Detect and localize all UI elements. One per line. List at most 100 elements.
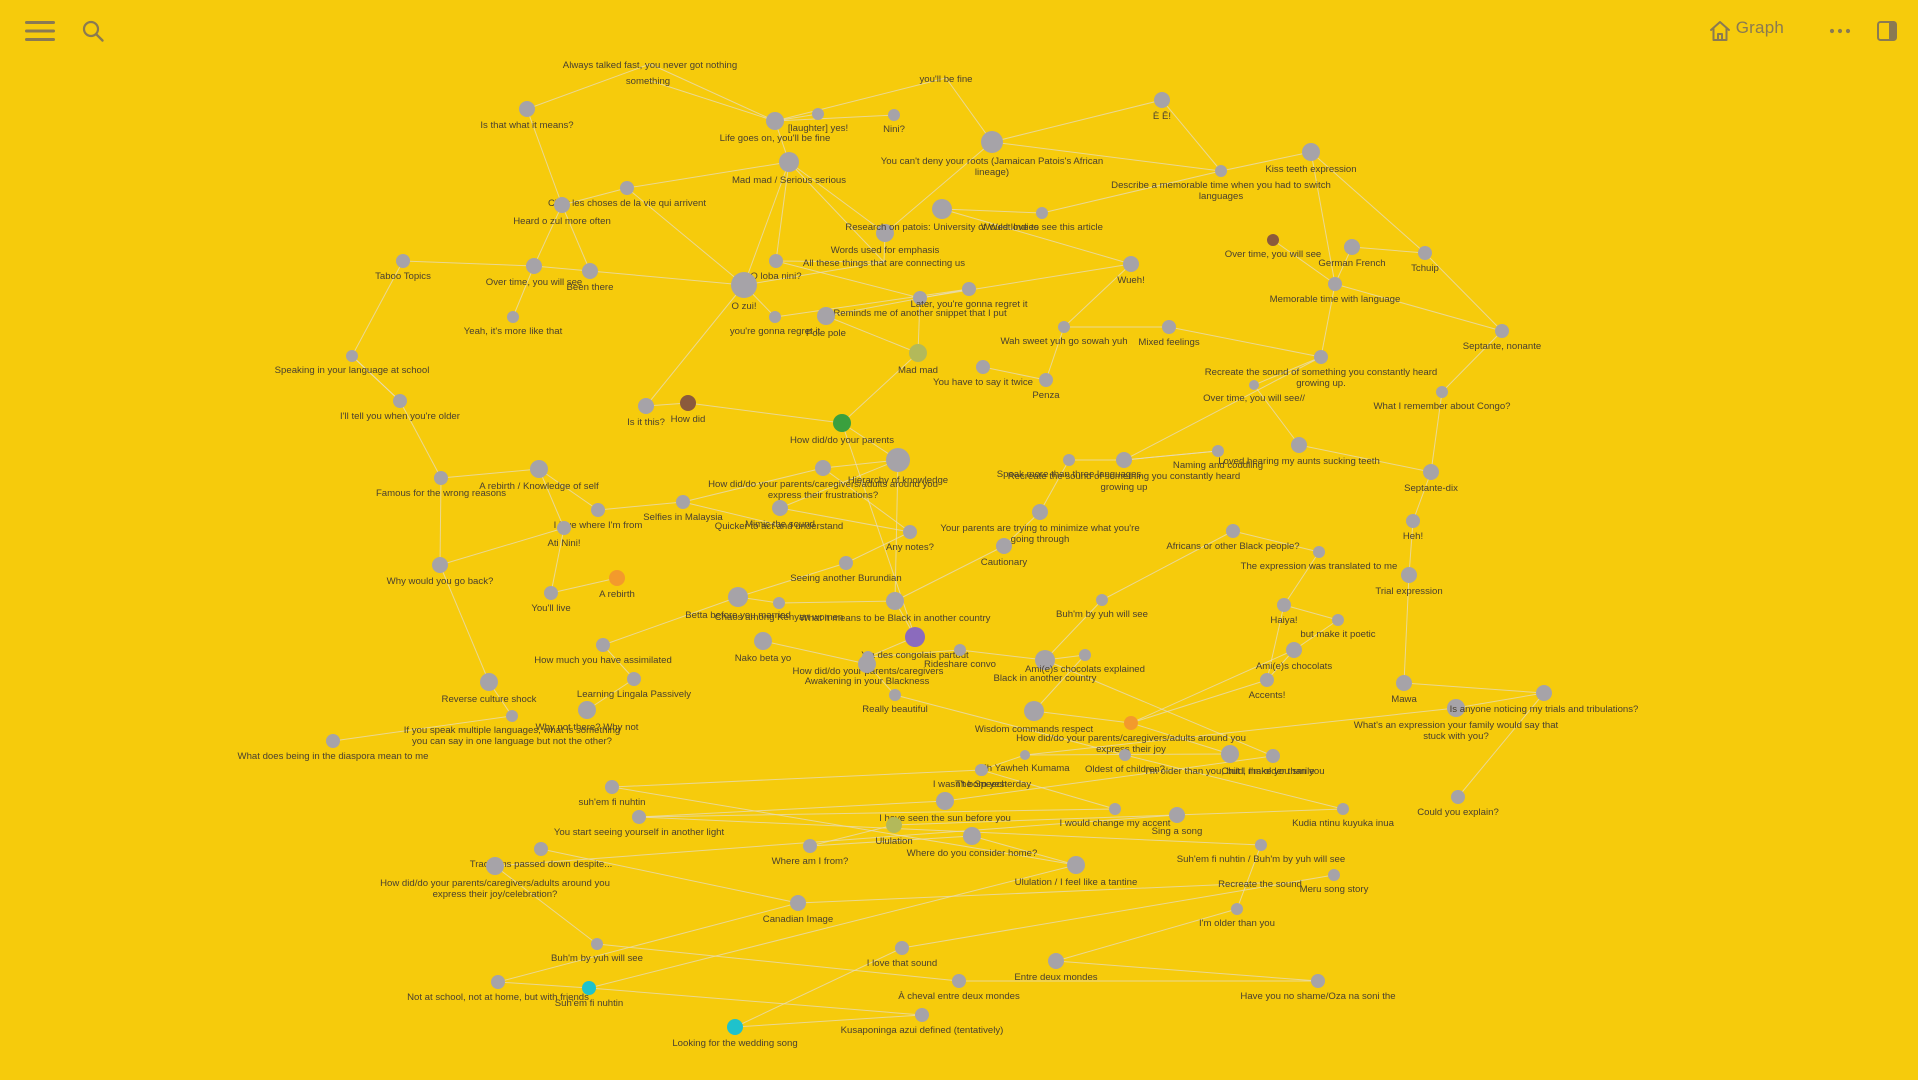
graph-node[interactable]: Mawa (1391, 675, 1417, 705)
graph-node[interactable]: Wah sweet yuh go sowah yuh (1000, 321, 1128, 347)
graph-node-dot[interactable] (554, 197, 570, 213)
graph-node[interactable]: Why would you go back? (387, 557, 494, 587)
graph-node[interactable]: Buh'm by yuh will see (551, 938, 643, 964)
graph-node-dot[interactable] (1058, 321, 1070, 333)
graph-node-dot[interactable] (1109, 803, 1121, 815)
graph-node[interactable]: I'm older than you (1199, 903, 1275, 929)
graph-node[interactable]: I love that sound (867, 941, 937, 969)
graph-node-dot[interactable] (1436, 386, 1448, 398)
graph-node-dot[interactable] (1260, 673, 1274, 687)
graph-node-dot[interactable] (591, 503, 605, 517)
graph-node-dot[interactable] (591, 938, 603, 950)
graph-node[interactable]: Entre deux mondes (1014, 953, 1098, 983)
graph-node-dot[interactable] (886, 448, 910, 472)
graph-node-dot[interactable] (731, 272, 757, 298)
graph-node[interactable]: What does being in the diaspora mean to … (238, 734, 429, 762)
graph-node-dot[interactable] (790, 895, 806, 911)
graph-node[interactable]: Is anyone noticing my trials and tribula… (1450, 685, 1639, 715)
graph-node[interactable]: Really beautiful (862, 689, 928, 715)
graph-node-dot[interactable] (839, 556, 853, 570)
graph-node-dot[interactable] (1337, 803, 1349, 815)
graph-node[interactable]: À cheval entre deux mondes (898, 974, 1020, 1002)
graph-node[interactable]: O loba nini? (750, 254, 802, 282)
graph-node-dot[interactable] (1314, 350, 1328, 364)
sidebar-toggle-button[interactable] (1871, 16, 1903, 46)
graph-node-dot[interactable] (1328, 869, 1340, 881)
graph-node[interactable]: Heh! (1403, 514, 1423, 542)
graph-node-dot[interactable] (1231, 903, 1243, 915)
graph-node-dot[interactable] (1311, 974, 1325, 988)
graph-node[interactable]: Wisdom commands respect (975, 701, 1094, 735)
graph-node-dot[interactable] (996, 538, 1012, 554)
graph-node[interactable]: Suh'em fi nuhtin / Buh'm by yuh will see (1177, 839, 1345, 865)
graph-node-dot[interactable] (1048, 953, 1064, 969)
graph-node-dot[interactable] (888, 109, 900, 121)
graph-node-dot[interactable] (486, 857, 504, 875)
graph-node-dot[interactable] (833, 414, 851, 432)
graph-node-dot[interactable] (396, 254, 410, 268)
graph-node-dot[interactable] (557, 521, 571, 535)
graph-node-dot[interactable] (676, 495, 690, 509)
graph-node[interactable]: Mad mad / Serious serious (732, 152, 846, 186)
graph-node[interactable]: How did (671, 395, 706, 425)
graph-node[interactable]: Is that what it means? (480, 101, 574, 131)
graph-node[interactable]: A rebirth / Knowledge of self (479, 460, 599, 492)
graph-node-dot[interactable] (346, 350, 358, 362)
graph-node[interactable]: Could you explain? (1417, 790, 1499, 818)
more-options-button[interactable] (1824, 16, 1856, 46)
graph-node-dot[interactable] (954, 644, 966, 656)
graph-node-dot[interactable] (480, 673, 498, 691)
graph-node-dot[interactable] (1226, 524, 1240, 538)
graph-node-dot[interactable] (815, 460, 831, 476)
graph-node-dot[interactable] (1096, 594, 1108, 606)
graph-node-dot[interactable] (526, 258, 542, 274)
graph-node-dot[interactable] (772, 500, 788, 516)
graph-node-dot[interactable] (727, 1019, 743, 1035)
graph-node-dot[interactable] (769, 254, 783, 268)
graph-node[interactable]: Recreate the sound of something you cons… (1205, 350, 1438, 389)
graph-node-dot[interactable] (1067, 856, 1085, 874)
graph-node[interactable]: Seeing another Burundian (790, 556, 902, 584)
graph-node[interactable]: Meru song story (1300, 869, 1369, 895)
home-button[interactable] (1704, 16, 1736, 46)
graph-node-dot[interactable] (1291, 437, 1307, 453)
graph-node-dot[interactable] (975, 764, 987, 776)
graph-node-dot[interactable] (1169, 807, 1185, 823)
graph-node-dot[interactable] (1423, 464, 1439, 480)
graph-node[interactable]: Buh'm by yuh will see (1056, 594, 1148, 620)
graph-node-dot[interactable] (534, 842, 548, 856)
graph-node[interactable]: German French (1318, 239, 1386, 269)
graph-node-dot[interactable] (1313, 546, 1325, 558)
graph-node[interactable]: All these things that are connecting us (803, 258, 965, 269)
graph-node-dot[interactable] (1418, 246, 1432, 260)
graph-node-dot[interactable] (1249, 380, 1259, 390)
graph-node[interactable]: You can't deny your roots (Jamaican Pato… (881, 131, 1103, 178)
graph-node[interactable]: Kusaponinga azui defined (tentatively) (841, 1008, 1004, 1036)
graph-node-dot[interactable] (981, 131, 1003, 153)
graph-node[interactable]: Accents! (1249, 673, 1286, 701)
graph-node[interactable]: Where am I from? (772, 839, 849, 867)
graph-node-dot[interactable] (434, 471, 448, 485)
graph-node[interactable]: Penza (1032, 373, 1060, 401)
graph-node[interactable]: Recreate the sound (1218, 879, 1302, 890)
graph-node-dot[interactable] (680, 395, 696, 411)
graph-node[interactable]: suh'em fi nuhtin (579, 780, 646, 808)
graph-node[interactable]: O zui! (731, 272, 757, 312)
graph-node-dot[interactable] (632, 810, 646, 824)
graph-node[interactable]: Learning Lingala Passively (577, 672, 691, 700)
graph-node-dot[interactable] (1024, 701, 1044, 721)
graph-node-dot[interactable] (582, 981, 596, 995)
graph-node-dot[interactable] (858, 655, 876, 673)
graph-node-dot[interactable] (915, 1008, 929, 1022)
graph-node[interactable]: What it means to be Black in another cou… (800, 592, 991, 624)
graph-node-dot[interactable] (578, 701, 596, 719)
graph-node-dot[interactable] (803, 839, 817, 853)
graph-node-dot[interactable] (1328, 277, 1342, 291)
graph-node-dot[interactable] (1212, 445, 1224, 457)
graph-node-dot[interactable] (1344, 239, 1360, 255)
graph-node-dot[interactable] (766, 112, 784, 130)
graph-node-dot[interactable] (1255, 839, 1267, 851)
graph-node-dot[interactable] (812, 108, 824, 120)
graph-node[interactable]: Research on patois: University of West I… (845, 199, 1039, 233)
graph-node[interactable]: Over time, you will see (1225, 234, 1322, 260)
